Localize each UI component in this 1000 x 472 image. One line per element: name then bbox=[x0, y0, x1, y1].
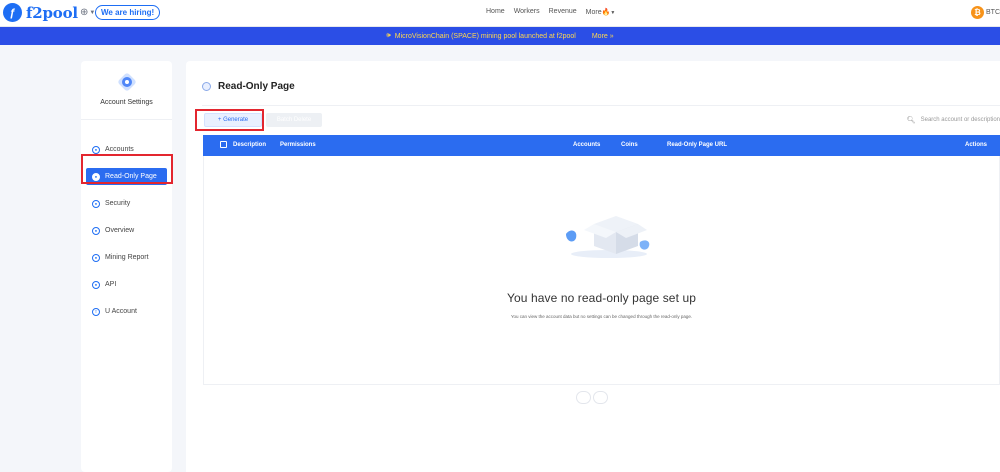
logo-text: f2pool bbox=[26, 3, 78, 22]
sidebar-item-label: Security bbox=[105, 200, 131, 207]
overview-icon: ● bbox=[92, 226, 100, 235]
nav-home[interactable]: Home bbox=[486, 8, 505, 16]
empty-box-illustration bbox=[554, 206, 654, 266]
column-permissions: Permissions bbox=[280, 142, 316, 148]
logo-icon: ƒ bbox=[3, 3, 22, 22]
sidebar-item-label: API bbox=[105, 281, 117, 288]
u-account-icon: T bbox=[92, 307, 100, 316]
sidebar-item-overview[interactable]: ● Overview bbox=[81, 217, 172, 244]
highlight-read-only-page bbox=[81, 154, 173, 184]
page-title-text: Read-Only Page bbox=[218, 81, 295, 92]
main-panel: Read-Only Page + Generate Batch Delete 🔍… bbox=[186, 61, 1000, 472]
sidebar-title: Account Settings bbox=[100, 99, 153, 106]
column-read-only-page-url: Read-Only Page URL bbox=[667, 142, 728, 148]
sidebar-menu: ● Accounts ● Read-Only Page ● Security ●… bbox=[81, 120, 172, 325]
search-placeholder: Search account or description bbox=[920, 117, 1000, 123]
prev-page-button[interactable] bbox=[576, 391, 591, 404]
accounts-icon: ● bbox=[92, 145, 100, 154]
page-title: Read-Only Page bbox=[202, 81, 295, 92]
column-description: Description bbox=[233, 142, 267, 148]
search-input[interactable]: 🔍︎ Search account or description bbox=[907, 116, 1000, 124]
speaker-icon: 🕪 bbox=[386, 32, 391, 39]
announcement-banner: 🕪 MicroVisionChain (SPACE) mining pool l… bbox=[0, 27, 1000, 45]
select-all-checkbox[interactable] bbox=[220, 141, 227, 148]
empty-state-description: You can view the account data but no set… bbox=[510, 314, 693, 319]
bitcoin-icon: ₿ bbox=[971, 6, 984, 19]
sidebar-item-mining-report[interactable]: ● Mining Report bbox=[81, 244, 172, 271]
globe-icon: ⊕ bbox=[80, 7, 89, 18]
sidebar-item-label: Overview bbox=[105, 227, 135, 234]
sidebar-header: Account Settings bbox=[81, 61, 172, 120]
column-coins: Coins bbox=[621, 142, 638, 148]
column-actions: Actions bbox=[965, 142, 988, 148]
banner-more-link[interactable]: More » bbox=[592, 33, 614, 40]
coin-label: BTC bbox=[986, 9, 1000, 16]
empty-state-title: You have no read-only page set up bbox=[506, 291, 696, 305]
table-body: You have no read-only page set up You ca… bbox=[203, 156, 1000, 385]
table-header: Description Permissions Accounts Coins R… bbox=[203, 135, 1000, 156]
coin-selector[interactable]: ₿ BTC bbox=[971, 6, 1000, 19]
batch-delete-button[interactable]: Batch Delete bbox=[266, 113, 322, 127]
main-nav: Home Workers Revenue More🔥▼ bbox=[486, 8, 615, 16]
sidebar-item-api[interactable]: ● API bbox=[81, 271, 172, 298]
hiring-badge[interactable]: We are hiring! bbox=[95, 5, 161, 20]
language-selector[interactable]: ⊕ ▼ bbox=[80, 7, 95, 18]
api-icon: ● bbox=[92, 280, 100, 289]
search-icon: 🔍︎ bbox=[906, 117, 916, 124]
nav-more[interactable]: More🔥▼ bbox=[586, 8, 616, 16]
nav-more-label: More bbox=[585, 9, 602, 16]
report-icon: ● bbox=[92, 253, 100, 262]
sidebar-item-u-account[interactable]: T U Account bbox=[81, 298, 172, 325]
column-accounts: Accounts bbox=[573, 142, 601, 148]
divider bbox=[202, 105, 1000, 106]
nav-workers[interactable]: Workers bbox=[514, 8, 540, 16]
settings-sidebar: Account Settings ● Accounts ● Read-Only … bbox=[81, 61, 172, 472]
chevron-down-icon: ▼ bbox=[610, 10, 616, 16]
pagination bbox=[576, 391, 610, 404]
sidebar-item-label: Mining Report bbox=[105, 254, 149, 261]
settings-gear-icon bbox=[116, 71, 138, 93]
highlight-generate bbox=[195, 109, 264, 131]
sidebar-item-security[interactable]: ● Security bbox=[81, 190, 172, 217]
top-nav: ƒ f2pool ⊕ ▼ We are hiring! Home Workers … bbox=[0, 0, 1000, 27]
banner-text[interactable]: MicroVisionChain (SPACE) mining pool lau… bbox=[395, 33, 576, 40]
sidebar-item-label: Accounts bbox=[105, 146, 134, 153]
next-page-button[interactable] bbox=[593, 391, 608, 404]
f2pool-logo[interactable]: ƒ f2pool bbox=[3, 3, 78, 22]
page-icon bbox=[202, 82, 211, 91]
nav-revenue[interactable]: Revenue bbox=[549, 8, 577, 16]
sidebar-item-label: U Account bbox=[105, 308, 137, 315]
shield-icon: ● bbox=[92, 199, 100, 208]
